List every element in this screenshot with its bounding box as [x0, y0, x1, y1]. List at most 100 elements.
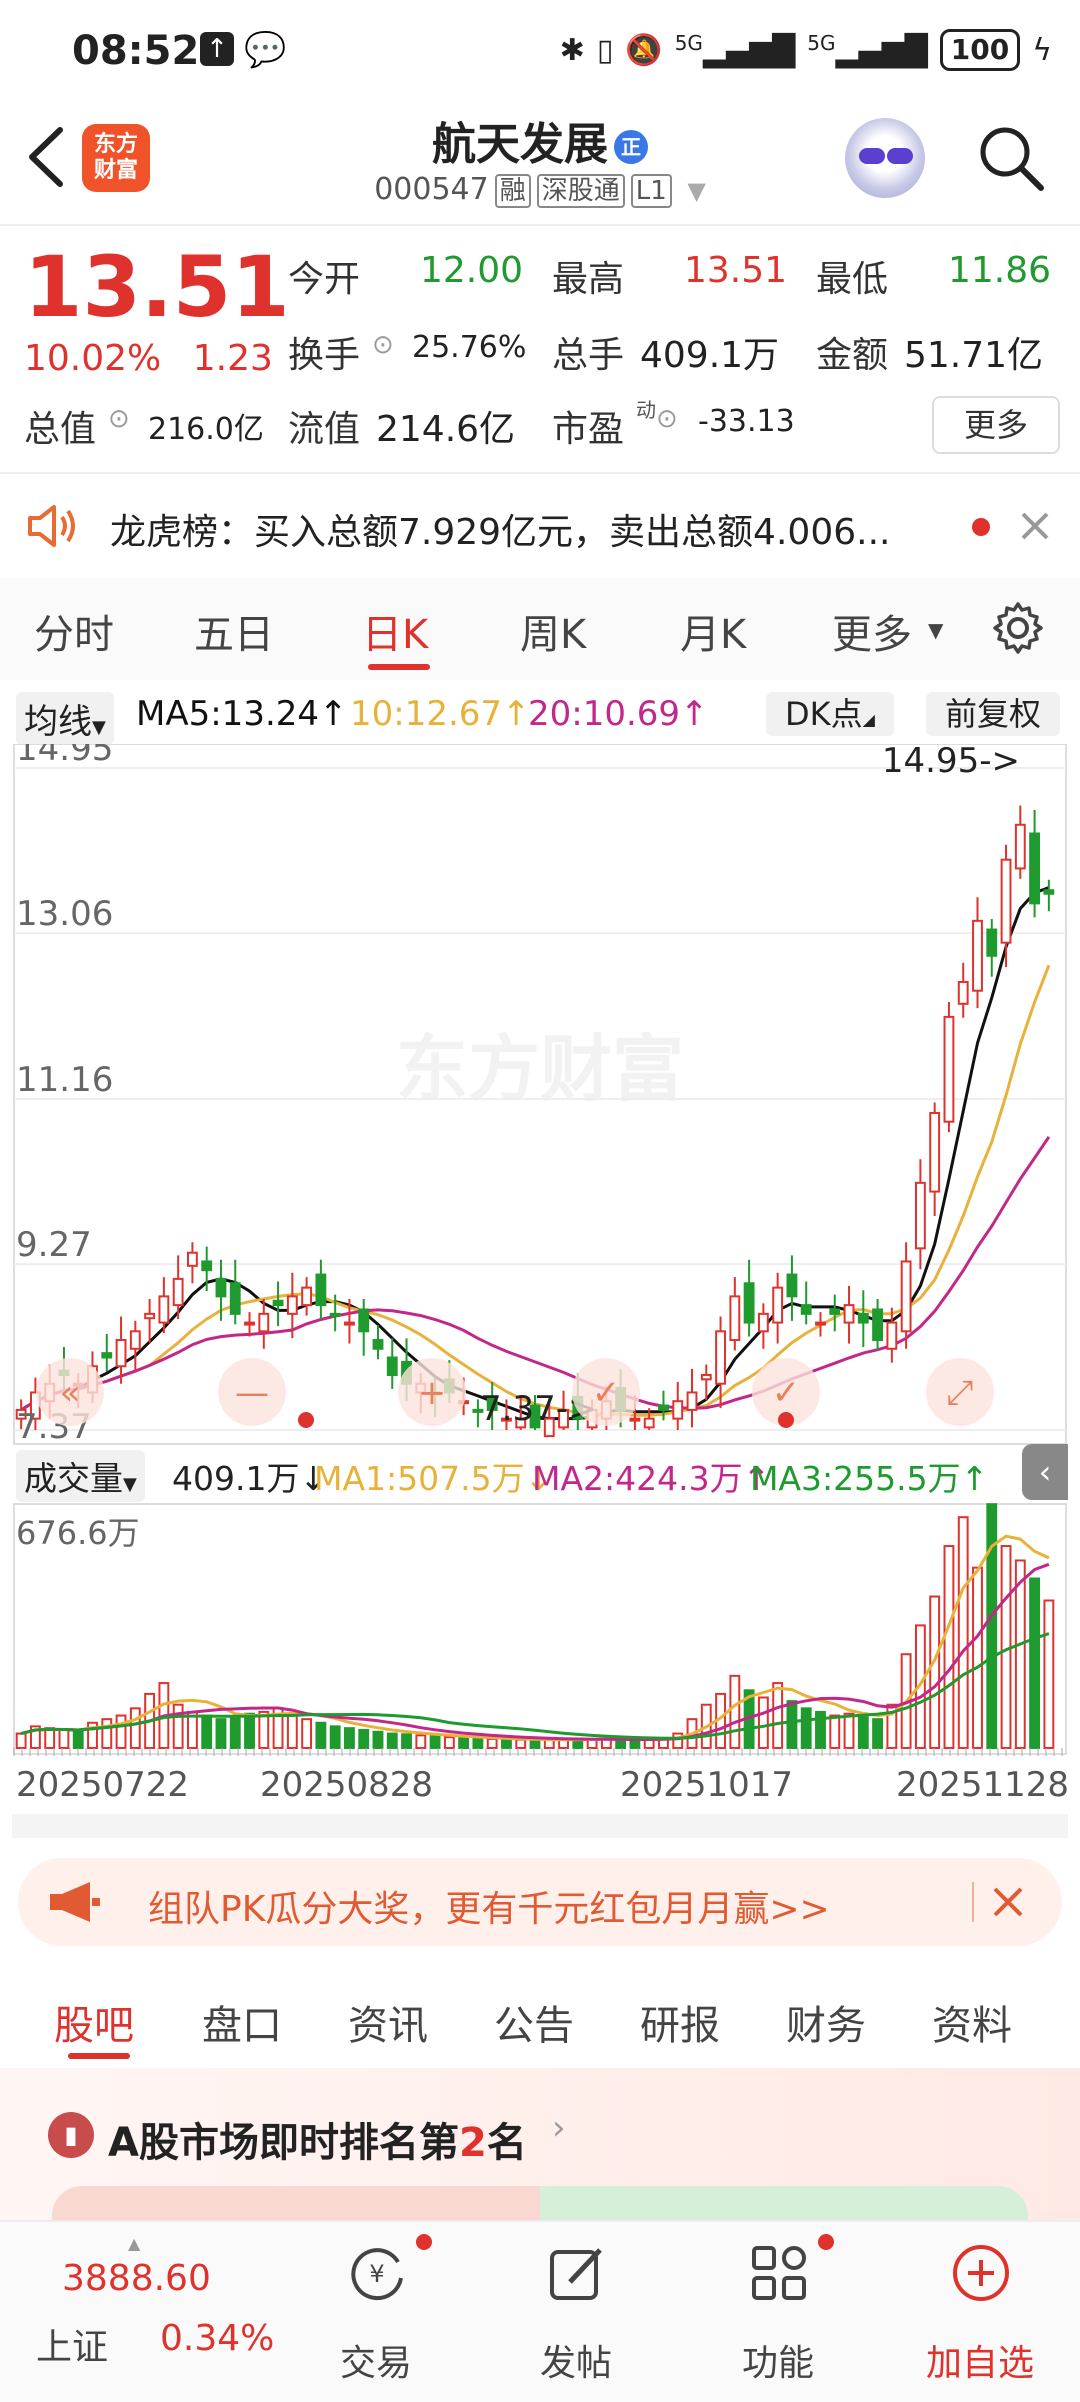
divider: [972, 1882, 974, 1922]
fullscreen-button-icon: ⤢: [946, 1373, 973, 1413]
notice-text: 龙虎榜：买入总额7.929亿元，卖出总额4.006...: [110, 512, 891, 553]
upload-icon: ↑: [200, 32, 234, 66]
promo-banner[interactable]: 组队PK瓜分大奖，更有千元红包月月赢>>: [18, 1858, 1062, 1946]
collapse-panel-button[interactable]: ‹: [1022, 1444, 1068, 1500]
info-tabs: 股吧 盘口 资讯 公告 研报 财务 资料: [0, 1975, 1080, 2075]
candle-body: [757, 1312, 769, 1333]
search-icon[interactable]: [975, 122, 1047, 194]
rank-banner[interactable]: ▮ A股市场即时排名第2名 ›: [0, 2068, 1080, 2246]
tab-five-day[interactable]: 五日: [194, 602, 274, 660]
volume-indicator-row: 成交量▼ 409.1万↓ MA1:507.5万↓ MA2:424.3万↑ MA3…: [0, 1444, 1080, 1502]
candle-body: [857, 1312, 869, 1324]
candle-body: [386, 1356, 398, 1376]
tab-finance[interactable]: 财务: [786, 1993, 866, 2051]
tab-underline: [68, 2053, 130, 2059]
stock-header: 东方 财富 航天发展正 000547 融深股通 L1 ▼: [0, 100, 1080, 225]
notice-dot: [972, 518, 990, 536]
settings-icon[interactable]: [990, 600, 1046, 656]
tab-daily-k[interactable]: 日K: [362, 602, 428, 660]
volume-bar: [472, 1737, 484, 1750]
chevron-right-icon: ›: [552, 2108, 566, 2148]
ma-selector[interactable]: 均线▼: [16, 692, 114, 745]
tab-profile[interactable]: 资料: [932, 1993, 1012, 2051]
tab-monthly-k[interactable]: 月K: [680, 602, 746, 660]
forward-adjust-button[interactable]: 前复权: [926, 692, 1060, 736]
change-pct: 10.02%: [24, 338, 162, 379]
tab-announcements[interactable]: 公告: [494, 1993, 574, 2051]
info-icon[interactable]: ⊙: [372, 330, 394, 360]
scroll-left-button[interactable]: «: [36, 1358, 104, 1426]
dk-point-button[interactable]: DK点◢: [766, 692, 894, 736]
tab-forum[interactable]: 股吧: [54, 1993, 134, 2051]
tab-more[interactable]: 更多: [832, 602, 912, 660]
chart-footer: [12, 1814, 1068, 1838]
volume-bar: [429, 1735, 441, 1749]
candle-body: [800, 1304, 812, 1315]
candle-body: [658, 1404, 669, 1411]
candle-body: [172, 1277, 184, 1307]
more-button[interactable]: 更多: [932, 396, 1060, 454]
volume-selector[interactable]: 成交量▼: [16, 1450, 145, 1502]
megaphone-icon: [50, 1882, 100, 1922]
chart-tabs: 分时 五日 日K 周K 月K 更多 ▼: [0, 578, 1080, 680]
ma-caret-icon: ▼: [92, 717, 106, 738]
badge-rong: 融: [494, 174, 531, 208]
volume-bar: [101, 1718, 113, 1749]
nav-trade[interactable]: ¥ 交易: [296, 2222, 456, 2402]
speaker-icon: [28, 505, 75, 547]
fullscreen-button[interactable]: ⤢: [926, 1358, 994, 1426]
candle-body: [144, 1312, 156, 1320]
candle-body: [715, 1330, 726, 1385]
vibrate-icon: ▯: [596, 32, 614, 68]
zoom-out-button-icon: —: [235, 1373, 269, 1413]
stock-code: 000547: [374, 172, 489, 207]
candle-body: [900, 1260, 912, 1333]
y-tick-label: 13.06: [16, 894, 113, 934]
zoom-out-button[interactable]: —: [218, 1358, 286, 1426]
tab-intraday[interactable]: 分时: [34, 602, 114, 660]
tab-research[interactable]: 研报: [640, 1993, 720, 2051]
index-change[interactable]: 0.34%: [160, 2318, 274, 2359]
index-value[interactable]: 3888.60: [62, 2258, 211, 2299]
zoom-in-button[interactable]: +: [398, 1358, 466, 1426]
volume-bar: [372, 1730, 384, 1749]
close-icon[interactable]: [1020, 511, 1050, 541]
volume-bar: [229, 1716, 241, 1750]
volume-current: 409.1万↓: [172, 1459, 328, 1498]
candle-body: [700, 1373, 712, 1381]
signal-dot: [298, 1412, 314, 1428]
float-value: 214.6亿: [376, 409, 516, 450]
candle-body: [344, 1321, 355, 1326]
kline-chart[interactable]: 东方财富 14.9513.0611.169.277.3714.95->7.37-…: [0, 744, 1080, 1840]
tab-order-book[interactable]: 盘口: [202, 1993, 282, 2051]
volume-bar: [729, 1674, 741, 1750]
nav-add-watchlist[interactable]: 加自选: [900, 2222, 1060, 2402]
volume-bar: [629, 1739, 641, 1750]
notice-bar[interactable]: 龙虎榜：买入总额7.929亿元，卖出总额4.006...: [0, 475, 1080, 575]
bottom-nav: 3888.60 上证 0.34% ▲ ¥ 交易 发帖 功能 加自选: [0, 2220, 1080, 2402]
volume-bar: [401, 1733, 412, 1750]
volume-bar: [872, 1718, 884, 1749]
tab-weekly-k[interactable]: 周K: [520, 602, 586, 660]
close-icon[interactable]: [992, 1886, 1024, 1918]
rank-text: A股市场即时排名第2名: [108, 2110, 527, 2168]
volume-bar: [515, 1738, 527, 1749]
volume-bar: [201, 1714, 213, 1749]
volume-bar: [244, 1712, 255, 1750]
candle-body: [1043, 889, 1055, 895]
amount-value: 51.71亿: [904, 335, 1044, 376]
draw-line-button[interactable]: ✓: [572, 1358, 640, 1426]
info-icon[interactable]: ⊙: [108, 404, 130, 434]
candle-body: [686, 1391, 698, 1411]
nav-post[interactable]: 发帖: [496, 2222, 656, 2402]
candle-body: [115, 1339, 127, 1368]
nav-functions[interactable]: 功能: [698, 2222, 858, 2402]
info-icon[interactable]: ⊙: [656, 404, 678, 434]
tab-news[interactable]: 资讯: [348, 1993, 428, 2051]
volume-bar: [344, 1727, 355, 1749]
notification-dot: [416, 2234, 432, 2250]
high-label: 最高: [552, 259, 625, 300]
ma-indicator-row: 均线▼ MA5:13.24↑ 10:12.67↑ 20:10.69↑: [0, 688, 1080, 745]
index-name[interactable]: 上证: [36, 2318, 108, 2370]
assistant-robot-icon[interactable]: [845, 118, 925, 198]
